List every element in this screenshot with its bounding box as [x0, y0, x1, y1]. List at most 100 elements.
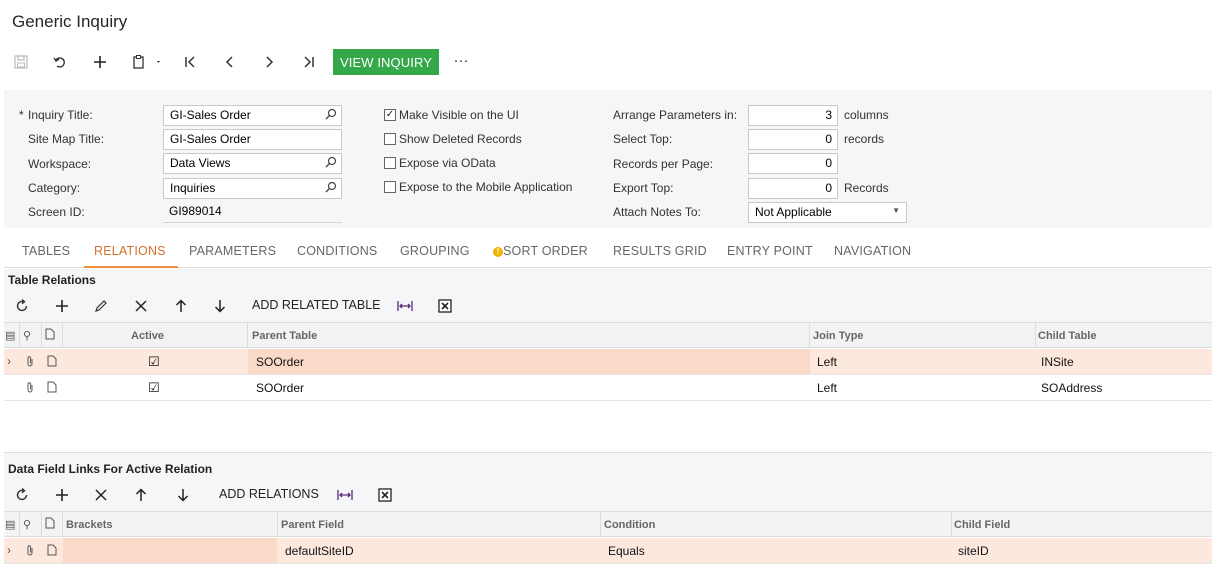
workspace-field[interactable]: Data Views — [163, 153, 342, 174]
table-row[interactable]: › ☑ SOOrder Left INSite — [4, 349, 1212, 375]
arrange-parameters-field[interactable]: 3 — [748, 105, 838, 126]
add-row-icon[interactable] — [51, 484, 73, 506]
add-relations-button[interactable]: ADD RELATIONS — [219, 487, 319, 501]
last-record-icon[interactable] — [297, 50, 321, 74]
column-parent-table[interactable]: Parent Table — [252, 330, 317, 342]
row-expand-icon[interactable]: › — [7, 543, 11, 557]
attachment-icon[interactable] — [25, 355, 35, 370]
undo-icon[interactable] — [48, 50, 72, 74]
next-record-icon[interactable] — [257, 50, 281, 74]
column-parent-field[interactable]: Parent Field — [281, 519, 344, 531]
page-title: Generic Inquiry — [12, 12, 128, 31]
expose-odata-checkbox[interactable] — [384, 157, 396, 169]
column-join-type[interactable]: Join Type — [813, 330, 864, 342]
export-top-unit: Records — [844, 181, 889, 195]
active-checkbox[interactable]: ☑ — [148, 354, 160, 370]
expose-mobile-checkbox[interactable] — [384, 181, 396, 193]
records-per-page-field[interactable]: 0 — [748, 153, 838, 174]
child-field-cell[interactable]: siteID — [958, 544, 989, 558]
column-child-field[interactable]: Child Field — [954, 519, 1010, 531]
more-options-icon[interactable]: ··· — [449, 48, 473, 72]
child-table-cell[interactable]: INSite — [1041, 355, 1074, 369]
attach-notes-select[interactable]: Not Applicable ▼ — [748, 202, 907, 223]
column-condition[interactable]: Condition — [604, 519, 655, 531]
fit-columns-icon[interactable] — [394, 295, 416, 317]
column-active[interactable]: Active — [131, 330, 164, 342]
column-child-table[interactable]: Child Table — [1038, 330, 1096, 342]
add-related-table-button[interactable]: ADD RELATED TABLE — [252, 298, 381, 312]
delete-row-icon[interactable] — [130, 295, 152, 317]
join-type-cell[interactable]: Left — [817, 381, 837, 395]
move-up-icon[interactable] — [170, 295, 192, 317]
show-deleted-checkbox[interactable] — [384, 133, 396, 145]
parent-table-cell[interactable]: SOOrder — [256, 381, 304, 395]
tab-conditions[interactable]: CONDITIONS — [297, 244, 377, 258]
search-icon[interactable] — [325, 108, 337, 123]
search-icon[interactable] — [325, 156, 337, 171]
make-visible-label: Make Visible on the UI — [399, 108, 519, 122]
brackets-cell[interactable] — [63, 538, 277, 563]
note-header-icon — [45, 328, 55, 343]
condition-cell[interactable]: Equals — [608, 544, 645, 558]
selected-cell-highlight — [248, 349, 810, 374]
tab-results-grid[interactable]: RESULTS GRID — [613, 244, 707, 258]
child-table-cell[interactable]: SOAddress — [1041, 381, 1102, 395]
move-down-icon[interactable] — [172, 484, 194, 506]
refresh-icon[interactable] — [11, 295, 33, 317]
data-field-links-title: Data Field Links For Active Relation — [8, 462, 213, 476]
screen-id-field: GI989014 — [163, 202, 342, 223]
attach-notes-value: Not Applicable — [755, 205, 832, 219]
move-down-icon[interactable] — [209, 295, 231, 317]
tab-sort-order[interactable]: ! SORT ORDER — [493, 244, 588, 258]
export-excel-icon[interactable] — [434, 295, 456, 317]
show-deleted-label: Show Deleted Records — [399, 132, 522, 146]
parent-table-cell[interactable]: SOOrder — [256, 355, 304, 369]
join-type-cell[interactable]: Left — [817, 355, 837, 369]
column-brackets[interactable]: Brackets — [66, 519, 112, 531]
attachment-icon[interactable] — [25, 544, 35, 559]
export-excel-icon[interactable] — [374, 484, 396, 506]
previous-record-icon[interactable] — [218, 50, 242, 74]
export-top-field[interactable]: 0 — [748, 178, 838, 199]
note-icon[interactable] — [47, 381, 57, 396]
edit-icon[interactable] — [90, 295, 112, 317]
tab-entry-point[interactable]: ENTRY POINT — [727, 244, 813, 258]
clipboard-menu-icon[interactable] — [128, 50, 166, 74]
note-icon[interactable] — [47, 544, 57, 559]
screen-id-value: GI989014 — [169, 204, 222, 218]
delete-row-icon[interactable] — [90, 484, 112, 506]
tab-tables[interactable]: TABLES — [22, 244, 70, 258]
add-icon[interactable] — [88, 50, 112, 74]
select-top-field[interactable]: 0 — [748, 129, 838, 150]
make-visible-checkbox[interactable]: ✓ — [384, 109, 396, 121]
required-asterisk: * — [19, 108, 24, 122]
move-up-icon[interactable] — [130, 484, 152, 506]
view-inquiry-button[interactable]: VIEW INQUIRY — [333, 49, 439, 75]
inquiry-title-field[interactable]: GI-Sales Order — [163, 105, 342, 126]
tab-relations[interactable]: RELATIONS — [94, 244, 166, 258]
table-row[interactable]: ☑ SOOrder Left SOAddress — [4, 375, 1212, 401]
category-field[interactable]: Inquiries — [163, 178, 342, 199]
parent-field-cell[interactable]: defaultSiteID — [285, 544, 354, 558]
warning-icon: ! — [493, 247, 503, 257]
tab-navigation[interactable]: NAVIGATION — [834, 244, 911, 258]
refresh-icon[interactable] — [11, 484, 33, 506]
note-icon[interactable] — [47, 355, 57, 370]
attachment-icon[interactable] — [25, 381, 35, 396]
tab-grouping[interactable]: GROUPING — [400, 244, 470, 258]
select-top-label: Select Top: — [613, 132, 673, 146]
row-expand-icon[interactable]: › — [7, 354, 11, 368]
fit-columns-icon[interactable] — [334, 484, 356, 506]
records-per-page-label: Records per Page: — [613, 157, 714, 171]
site-map-title-field[interactable]: GI-Sales Order — [163, 129, 342, 150]
add-row-icon[interactable] — [51, 295, 73, 317]
first-record-icon[interactable] — [178, 50, 202, 74]
save-icon[interactable] — [9, 50, 33, 74]
tab-sort-order-label: SORT ORDER — [503, 244, 588, 258]
active-checkbox[interactable]: ☑ — [148, 380, 160, 396]
site-map-title-value: GI-Sales Order — [170, 132, 251, 146]
search-icon[interactable] — [325, 181, 337, 196]
table-row[interactable]: › defaultSiteID Equals siteID — [4, 538, 1212, 564]
site-map-title-label: Site Map Title: — [28, 132, 105, 146]
tab-parameters[interactable]: PARAMETERS — [189, 244, 276, 258]
